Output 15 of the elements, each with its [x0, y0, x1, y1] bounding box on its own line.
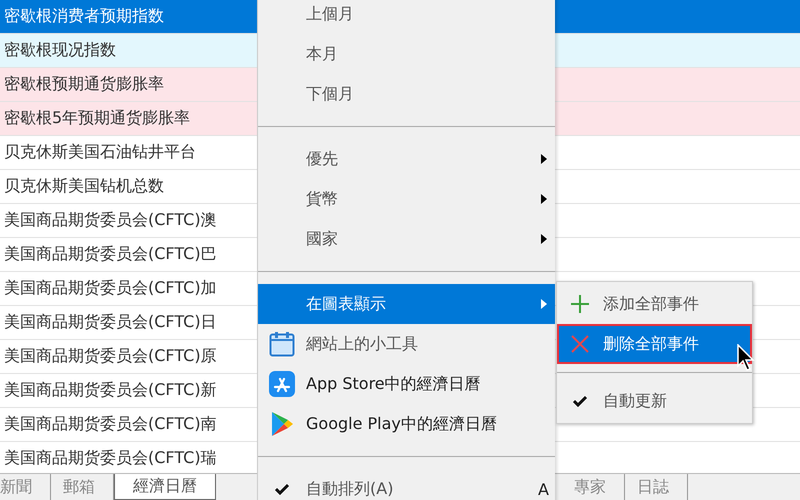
event-name: 美国商品期货委员会(CFTC)加	[4, 278, 217, 299]
event-name: 密歇根预期通货膨胀率	[4, 74, 164, 95]
event-name: 密歇根现况指数	[4, 40, 116, 61]
event-name: 贝克休斯美国钻机总数	[4, 176, 164, 197]
event-name: 美国商品期货委员会(CFTC)澳	[4, 210, 217, 231]
event-name: 密歇根5年预期通货膨胀率	[4, 108, 190, 129]
event-name: 贝克休斯美国石油钻井平台	[4, 142, 196, 163]
event-name: 美国商品期货委员会(CFTC)新	[4, 380, 217, 401]
event-name: 美国商品期货委员会(CFTC)巴	[4, 244, 217, 265]
event-name: 美国商品期货委员会(CFTC)南	[4, 414, 217, 435]
event-name: 美国商品期货委员会(CFTC)日	[4, 312, 217, 333]
event-name: 美国商品期货委员会(CFTC)瑞	[4, 448, 217, 469]
event-name: 美国商品期货委员会(CFTC)原	[4, 346, 217, 367]
shortcut-key: A	[538, 480, 549, 498]
event-name: 密歇根消费者预期指数	[4, 6, 164, 27]
